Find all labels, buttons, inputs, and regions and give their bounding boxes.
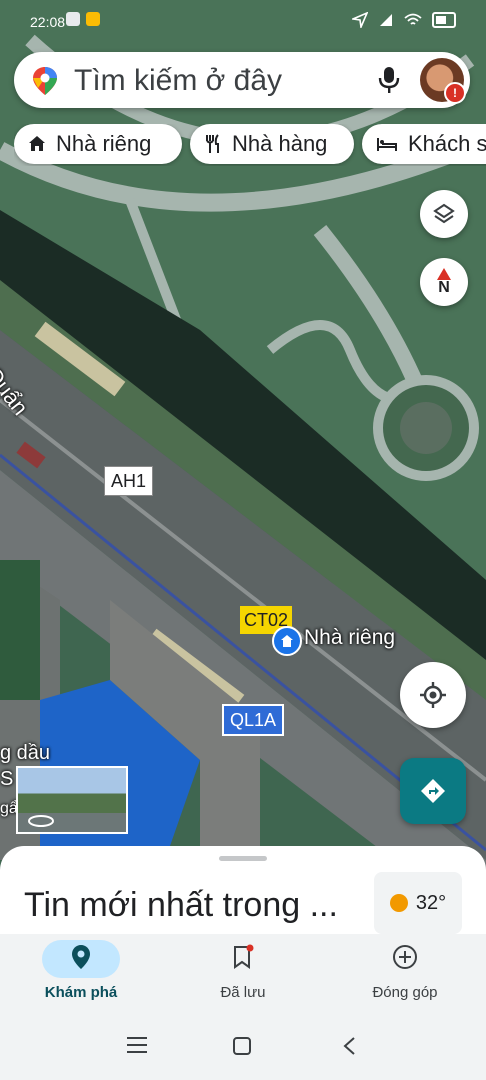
system-navigation xyxy=(0,1012,486,1080)
layers-button[interactable] xyxy=(420,190,468,238)
hotel-icon xyxy=(377,138,397,151)
compass-label: N xyxy=(438,279,450,296)
mic-icon[interactable] xyxy=(378,66,400,94)
signal-icon xyxy=(380,14,392,26)
road-shield-ql1a[interactable]: QL1A xyxy=(222,704,285,736)
location-icon xyxy=(352,12,368,28)
nav-label: Đã lưu xyxy=(220,984,266,1001)
app-notification-icon xyxy=(86,12,100,26)
sheet-title: Tin mới nhất trong ... xyxy=(24,886,338,924)
home-place-label[interactable]: Nhà riêng xyxy=(304,626,395,650)
nav-label: Đóng góp xyxy=(372,984,438,1001)
search-bar[interactable]: Tìm kiếm ở đây ! xyxy=(14,52,470,108)
directions-button[interactable] xyxy=(400,758,466,824)
layers-icon xyxy=(433,203,455,224)
search-input[interactable]: Tìm kiếm ở đây xyxy=(74,64,282,98)
nav-explore[interactable]: Khám phá xyxy=(0,934,162,1012)
alert-badge-icon: ! xyxy=(444,82,466,104)
chip-hotels[interactable]: Khách s xyxy=(362,124,486,164)
app-notification-icon xyxy=(66,12,80,26)
nav-saved[interactable]: Đã lưu xyxy=(162,934,324,1012)
restaurant-icon xyxy=(206,134,219,153)
chip-label: Khách s xyxy=(408,131,486,156)
poi-label-fuel: g dầu xyxy=(0,742,51,764)
nav-contribute[interactable]: Đóng góp xyxy=(324,934,486,1012)
chip-restaurants[interactable]: Nhà hàng xyxy=(190,124,354,164)
back-icon[interactable] xyxy=(342,1036,356,1056)
bottom-navigation: Khám phá Đã lưu Đóng góp xyxy=(0,934,486,1012)
status-right xyxy=(352,12,456,28)
status-bar: 22:08 xyxy=(0,0,486,44)
explore-pin-icon xyxy=(72,945,90,969)
street-view-icon xyxy=(28,815,54,827)
menu-icon[interactable] xyxy=(126,1036,148,1054)
poi-label-s: S xyxy=(0,768,14,790)
chip-label: Nhà riêng xyxy=(56,131,152,156)
road-shield-ah1[interactable]: AH1 xyxy=(104,466,154,496)
home-pin[interactable] xyxy=(272,626,302,656)
my-location-button[interactable] xyxy=(400,662,466,728)
sheet-handle[interactable] xyxy=(219,856,267,861)
add-circle-icon xyxy=(393,945,417,969)
account-avatar[interactable]: ! xyxy=(420,58,466,104)
street-view-thumbnail[interactable] xyxy=(16,766,128,834)
home-pin-icon xyxy=(281,635,293,647)
notification-icons xyxy=(66,12,100,26)
wifi-icon xyxy=(404,13,422,25)
directions-icon xyxy=(421,779,445,803)
weather-temp: 32° xyxy=(415,891,447,914)
battery-icon xyxy=(432,12,456,28)
status-time: 22:08 xyxy=(30,14,66,30)
compass-button[interactable]: N xyxy=(420,258,468,306)
chip-label: Nhà hàng xyxy=(232,131,328,156)
category-chips: Nhà riêng Nhà hàng Khách s xyxy=(14,124,486,166)
sun-icon xyxy=(389,894,408,912)
my-location-icon xyxy=(420,682,446,708)
home-square-icon[interactable] xyxy=(232,1036,252,1056)
maps-logo-icon xyxy=(33,67,57,95)
home-icon xyxy=(29,136,45,151)
chip-home[interactable]: Nhà riêng xyxy=(14,124,182,164)
nav-label: Khám phá xyxy=(44,984,118,1001)
bottom-sheet[interactable]: Tin mới nhất trong ... 32° xyxy=(0,846,486,946)
weather-chip[interactable]: 32° xyxy=(374,872,462,934)
bookmark-icon xyxy=(234,944,254,969)
